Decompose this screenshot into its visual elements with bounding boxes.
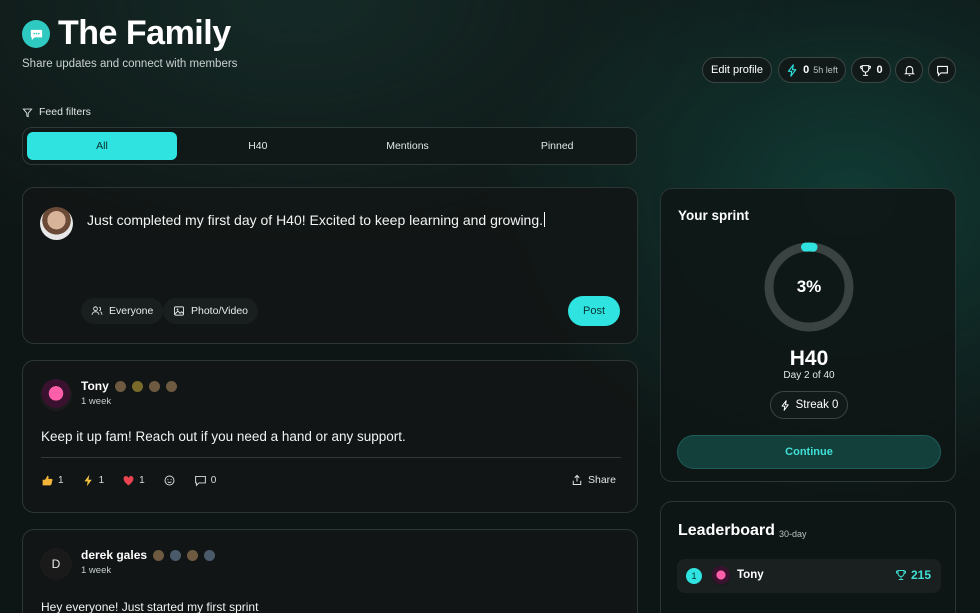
- member-badge-icon: [204, 549, 216, 561]
- post-body: Hey everyone! Just started my first spri…: [41, 600, 259, 613]
- app-logo: [22, 20, 50, 48]
- audience-button[interactable]: Everyone: [81, 298, 164, 324]
- heart-icon: [123, 475, 134, 486]
- message-icon: [936, 65, 948, 77]
- audience-label: Everyone: [109, 305, 154, 317]
- comment-count: 0: [210, 475, 217, 486]
- messages-button[interactable]: [928, 57, 956, 83]
- leaderboard-period: 30-day: [779, 529, 807, 539]
- notifications-button[interactable]: [895, 57, 923, 83]
- comments-button[interactable]: 0: [194, 474, 217, 487]
- member-badge-icon: [114, 380, 126, 392]
- post-author[interactable]: Tony: [81, 379, 177, 393]
- member-badge-icon: [131, 380, 143, 392]
- author-name: Tony: [81, 379, 109, 393]
- add-reaction-button[interactable]: [163, 474, 176, 487]
- leaderboard-score: 215: [895, 568, 931, 582]
- page-subtitle: Share updates and connect with members: [22, 58, 238, 70]
- reaction-count: 1: [98, 475, 105, 486]
- avatar: [711, 566, 731, 586]
- comment-icon: [194, 475, 206, 487]
- post-time: 1 week: [81, 396, 112, 407]
- photo-video-button[interactable]: Photo/Video: [163, 298, 259, 324]
- divider: [41, 457, 621, 458]
- trophy-value: 0: [876, 64, 883, 76]
- bolt-icon: [781, 399, 789, 411]
- image-icon: [174, 306, 184, 316]
- avatar[interactable]: D: [40, 548, 72, 580]
- trophy-icon: [860, 64, 872, 76]
- score-value: 215: [911, 568, 932, 582]
- sprint-progress-label: 3%: [796, 277, 822, 296]
- leaderboard-row[interactable]: 1 Tony 215: [677, 559, 941, 593]
- edit-profile-button[interactable]: Edit profile: [702, 57, 772, 83]
- reaction-count: 1: [139, 475, 145, 486]
- photo-video-label: Photo/Video: [191, 305, 249, 317]
- thumbs-up-icon: [42, 475, 53, 486]
- users-icon: [91, 306, 103, 315]
- tab-mentions[interactable]: Mentions: [333, 132, 483, 160]
- bolt-icon: [788, 63, 797, 77]
- filter-icon: [22, 108, 33, 117]
- post-time: 1 week: [81, 565, 112, 576]
- bell-icon: [903, 65, 915, 76]
- energy-time-left: 5h left: [813, 65, 838, 75]
- feed-post: D derek gales 1 week Hey everyone! Just …: [22, 529, 638, 613]
- post-button[interactable]: Post: [568, 296, 620, 326]
- composer-input[interactable]: Just completed my first day of H40! Exci…: [87, 212, 546, 228]
- feed-filters-label[interactable]: Feed filters: [22, 106, 91, 118]
- post-body: Keep it up fam! Reach out if you need a …: [41, 429, 406, 444]
- share-icon: [572, 474, 582, 485]
- sprint-title: Your sprint: [678, 208, 750, 223]
- avatar[interactable]: [40, 379, 72, 411]
- feed-tabs: All H40 Mentions Pinned: [22, 127, 637, 165]
- composer-text: Just completed my first day of H40! Exci…: [87, 212, 544, 228]
- streak-label: Streak 0: [795, 399, 839, 411]
- chat-bubble-icon: [30, 29, 42, 40]
- sprint-name: H40: [789, 347, 829, 370]
- reaction-thumbs-up[interactable]: 1: [41, 474, 64, 487]
- leaderboard-card: Leaderboard 30-day 1 Tony 215: [660, 501, 956, 613]
- post-composer: Just completed my first day of H40! Exci…: [22, 187, 638, 344]
- tab-all[interactable]: All: [27, 132, 177, 160]
- member-badge-icon: [148, 380, 160, 392]
- bolt-icon: [84, 474, 92, 487]
- smiley-icon: [164, 475, 175, 486]
- streak-badge[interactable]: Streak 0: [770, 391, 848, 419]
- reaction-count: 1: [58, 475, 64, 486]
- continue-button[interactable]: Continue: [677, 435, 941, 469]
- member-badge-icon: [170, 549, 182, 561]
- member-badge-icon: [153, 549, 165, 561]
- author-name: derek gales: [81, 548, 148, 562]
- sprint-day: Day 2 of 40: [783, 370, 835, 381]
- avatar: [40, 207, 73, 240]
- feed-post: Tony 1 week Keep it up fam! Reach out if…: [22, 360, 638, 513]
- tab-h40[interactable]: H40: [183, 132, 333, 160]
- rank-badge: 1: [686, 568, 702, 584]
- reaction-bolt[interactable]: 1: [82, 474, 105, 487]
- leaderboard-title: Leaderboard: [678, 522, 775, 539]
- sprint-card: Your sprint 3% H40 Day 2 of 40 Streak 0 …: [660, 188, 956, 482]
- trophy-button[interactable]: 0: [851, 57, 891, 83]
- page-title: The Family: [58, 14, 231, 52]
- leaderboard-name: Tony: [737, 569, 764, 581]
- reaction-bar: 1 1 1 0: [41, 474, 216, 487]
- reaction-heart[interactable]: 1: [122, 474, 145, 487]
- energy-value: 0: [803, 64, 810, 76]
- energy-button[interactable]: 0 5h left: [778, 57, 846, 83]
- feed-filters-text: Feed filters: [39, 106, 91, 118]
- share-button[interactable]: Share: [571, 474, 616, 486]
- post-author[interactable]: derek gales: [81, 548, 216, 562]
- tab-pinned[interactable]: Pinned: [482, 132, 632, 160]
- text-caret: [544, 212, 546, 227]
- member-badge-icon: [165, 380, 177, 392]
- member-badge-icon: [187, 549, 199, 561]
- share-label: Share: [588, 474, 617, 486]
- trophy-icon: [896, 570, 906, 580]
